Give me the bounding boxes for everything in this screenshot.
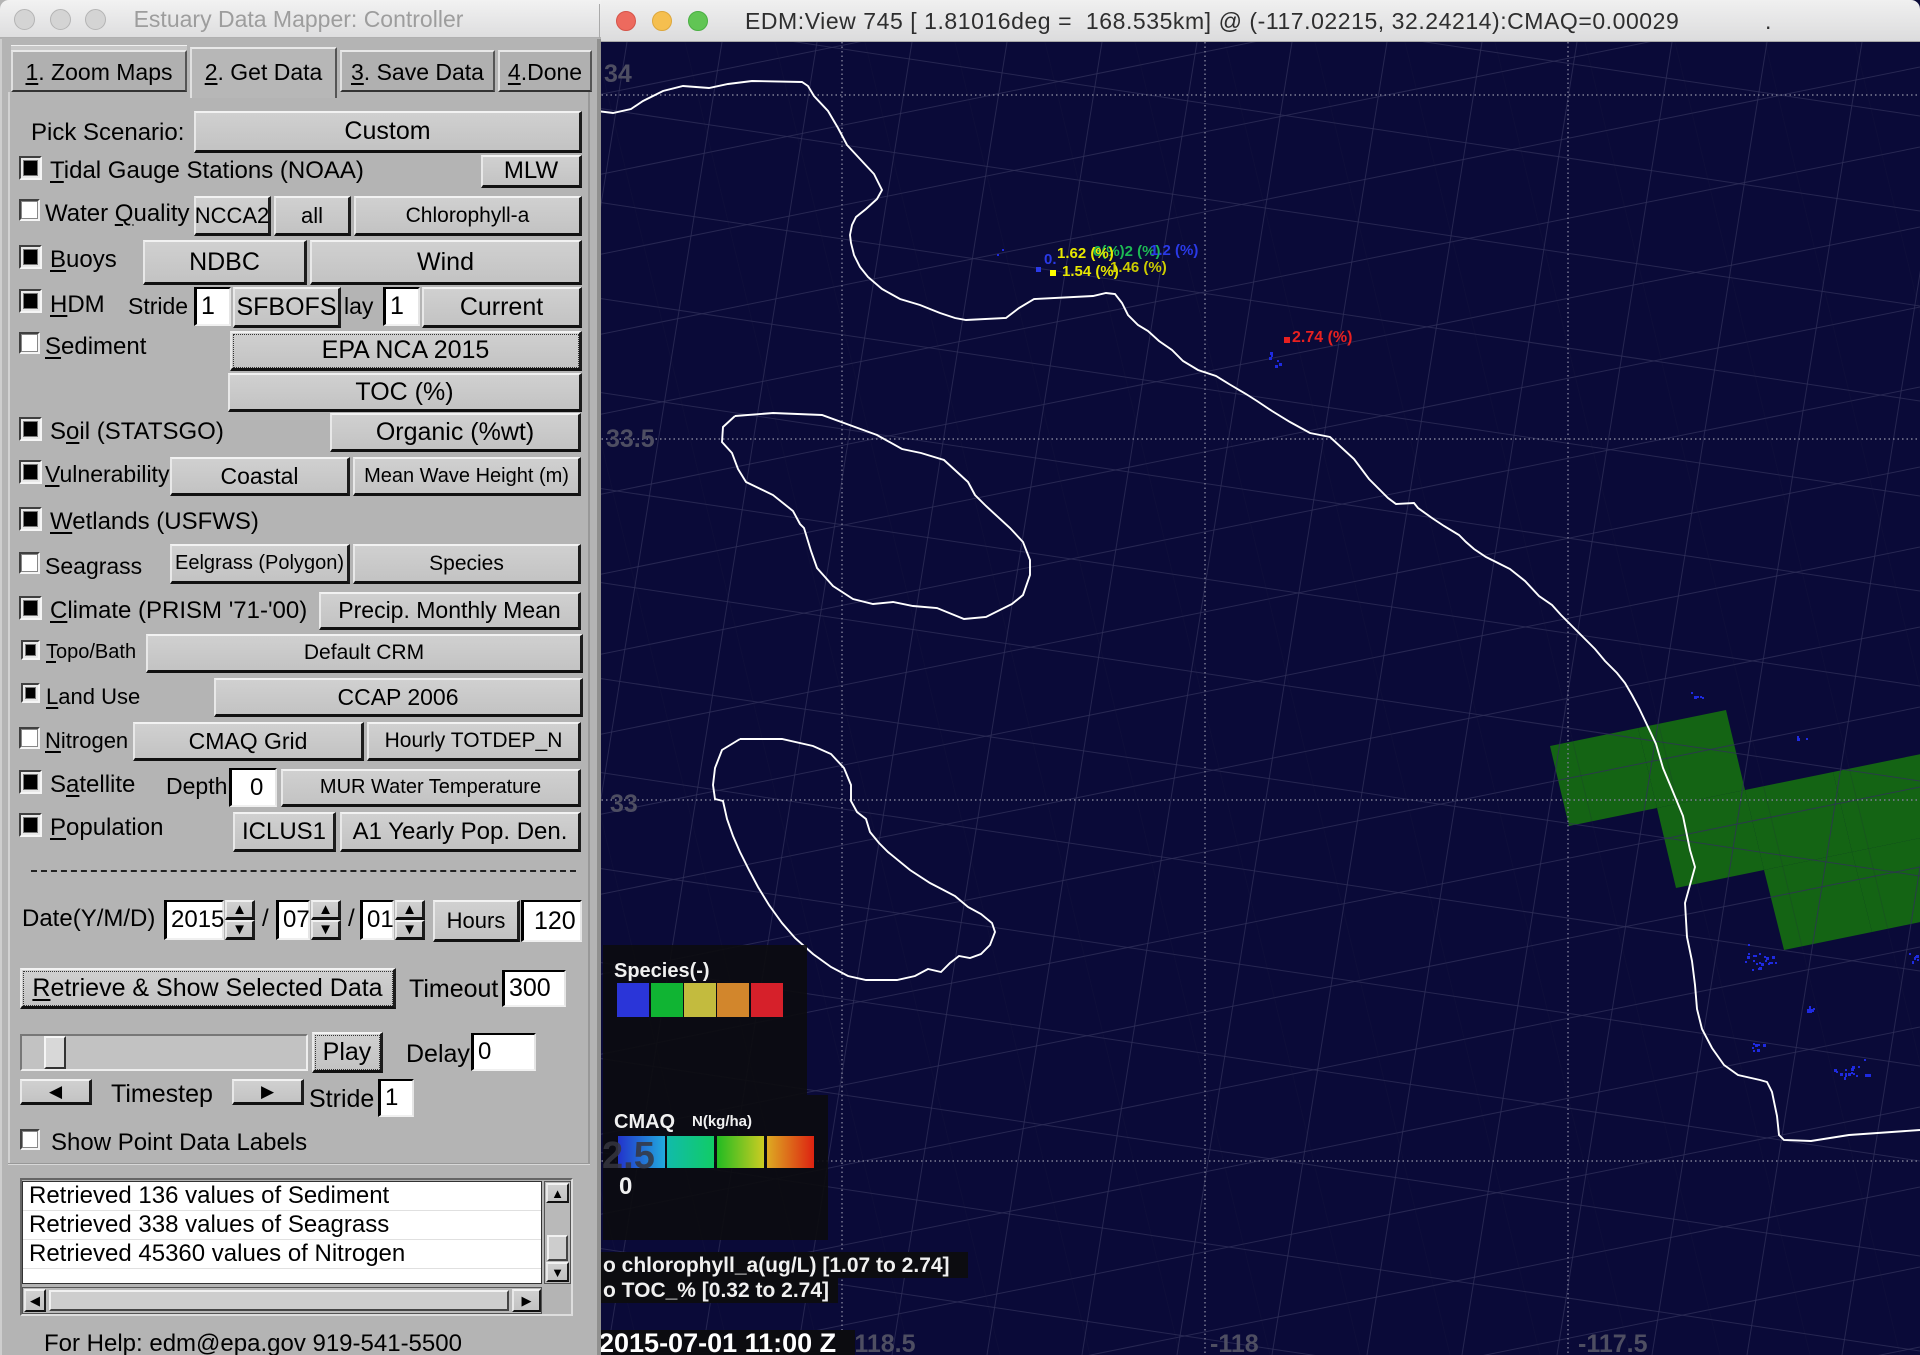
svg-text:-118.5: -118.5 [846, 1330, 916, 1355]
svg-text:2.74 (%): 2.74 (%) [1292, 329, 1352, 346]
svg-text:0.: 0. [1044, 251, 1057, 268]
svg-text:33.5: 33.5 [606, 425, 655, 453]
svg-text:N(kg/ha): N(kg/ha) [692, 1113, 752, 1130]
svg-text:1.62 (%): 1.62 (%) [1057, 245, 1114, 262]
svg-text:33: 33 [610, 790, 638, 818]
svg-text:-118: -118 [1210, 1330, 1259, 1355]
svg-text:1.2 (%): 1.2 (%) [1150, 242, 1198, 259]
svg-text:o chlorophyll_a(ug/L) [1.07 to: o chlorophyll_a(ug/L) [1.07 to 2.74] [603, 1254, 950, 1277]
svg-text:Species(-): Species(-) [614, 960, 710, 982]
svg-text:CMAQ: CMAQ [614, 1111, 675, 1133]
svg-text:1.46 (%): 1.46 (%) [1110, 259, 1167, 276]
svg-text:2015-07-01 11:00 Z: 2015-07-01 11:00 Z [599, 1328, 836, 1355]
svg-text:34: 34 [604, 60, 632, 88]
svg-text:o TOC_% [0.32 to 2.74]: o TOC_% [0.32 to 2.74] [603, 1279, 829, 1302]
svg-text:2.5: 2.5 [602, 1135, 655, 1177]
svg-text:-117.5: -117.5 [1578, 1330, 1648, 1355]
svg-text:0: 0 [619, 1173, 632, 1200]
